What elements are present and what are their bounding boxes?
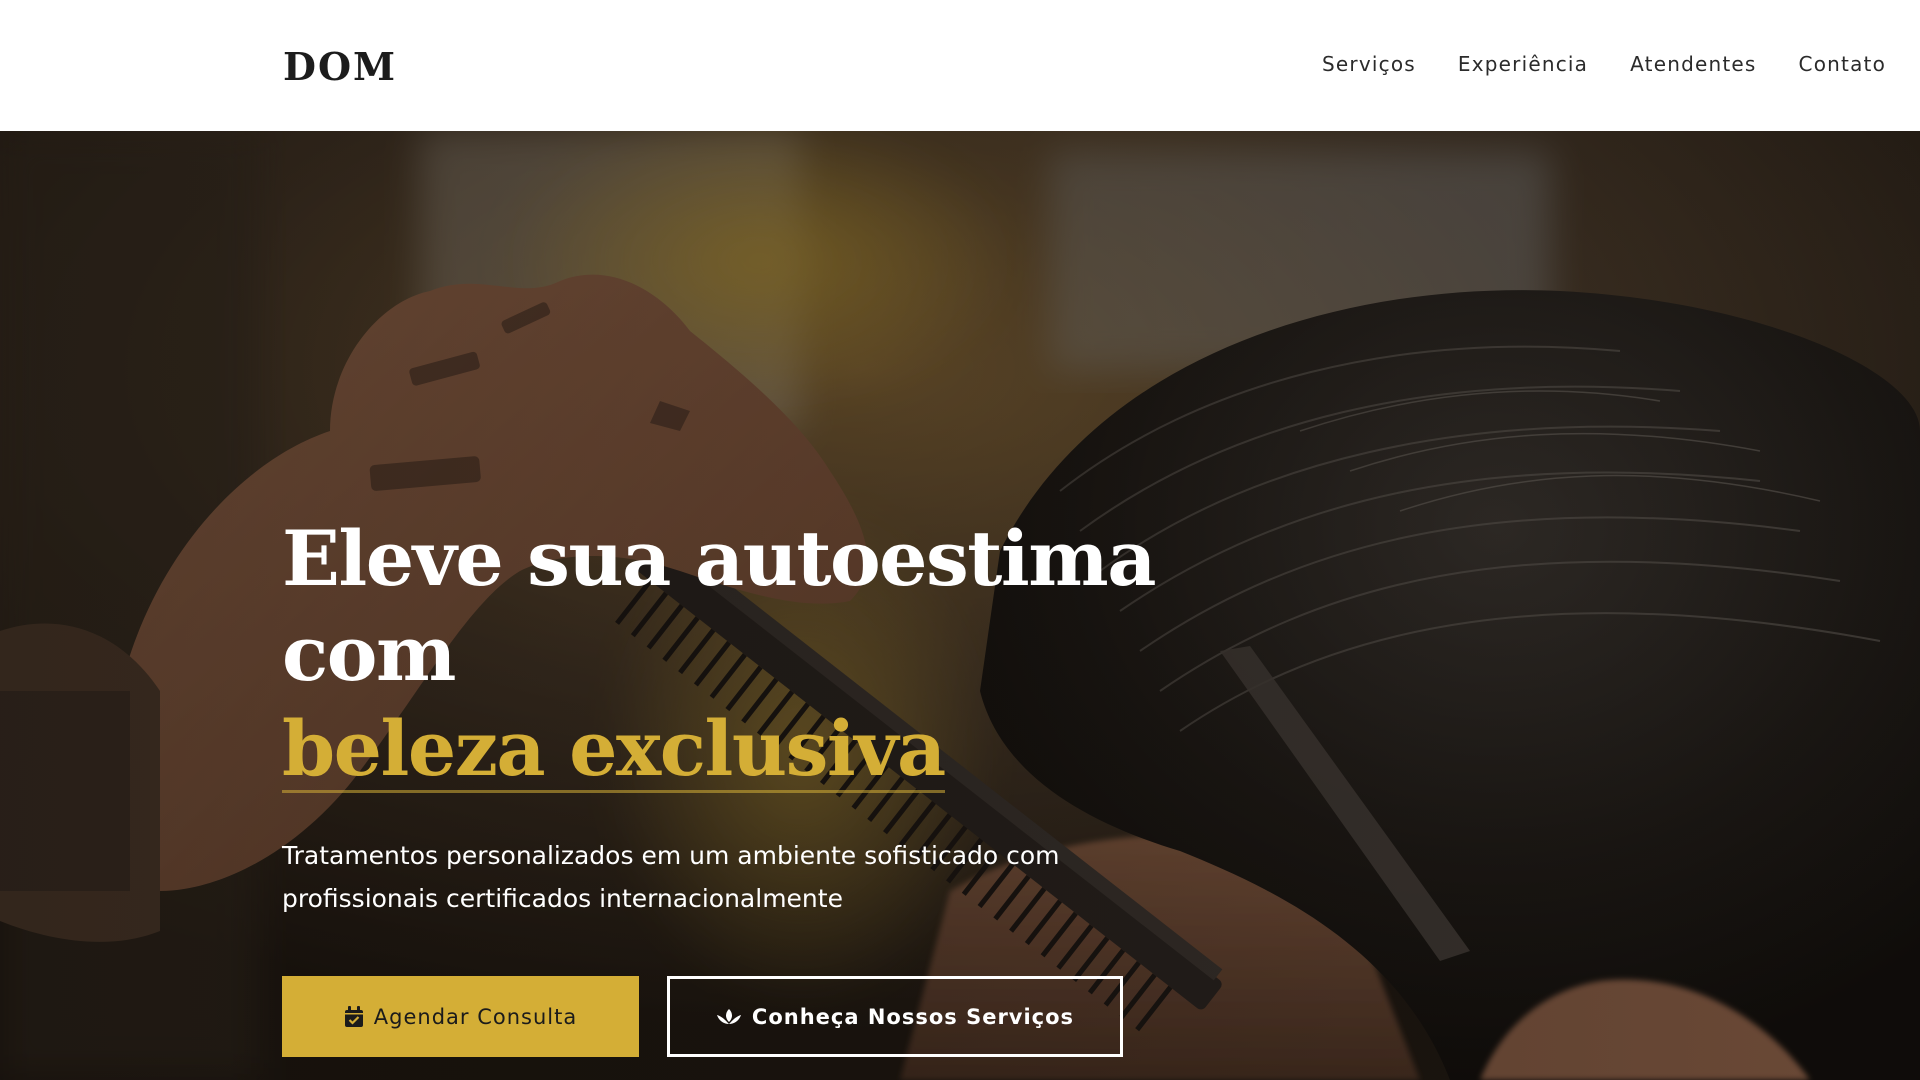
hero-subtitle-line2: profissionais certificados internacional… [282, 884, 843, 913]
main-nav: Serviços Experiência Atendentes Contato [1322, 52, 1886, 76]
hero-actions: Agendar Consulta Conheça Nossos Serviços [282, 976, 1282, 1057]
logo[interactable]: DOM [283, 44, 397, 89]
schedule-consultation-label: Agendar Consulta [373, 1004, 578, 1029]
hero-title: Eleve sua autoestima com beleza exclusiv… [282, 511, 1282, 796]
nav-item-experiencia[interactable]: Experiência [1458, 52, 1588, 76]
nav-item-contato[interactable]: Contato [1799, 52, 1886, 76]
view-services-label: Conheça Nossos Serviços [751, 1004, 1075, 1029]
hero-title-highlight: beleza exclusiva [282, 704, 946, 793]
hero-title-line1: Eleve sua autoestima com [282, 514, 1156, 698]
schedule-consultation-button[interactable]: Agendar Consulta [282, 976, 639, 1057]
view-services-button[interactable]: Conheça Nossos Serviços [667, 976, 1123, 1057]
spa-lotus-icon [716, 1007, 742, 1027]
hero-subtitle: Tratamentos personalizados em um ambient… [282, 834, 1142, 920]
nav-item-servicos[interactable]: Serviços [1322, 52, 1416, 76]
hero-content: Eleve sua autoestima com beleza exclusiv… [282, 511, 1282, 1057]
nav-item-atendentes[interactable]: Atendentes [1630, 52, 1756, 76]
calendar-check-icon [344, 1005, 364, 1028]
hero-section: Eleve sua autoestima com beleza exclusiv… [0, 131, 1920, 1080]
hero-subtitle-line1: Tratamentos personalizados em um ambient… [282, 841, 1060, 870]
site-header: DOM Serviços Experiência Atendentes Cont… [0, 0, 1920, 131]
